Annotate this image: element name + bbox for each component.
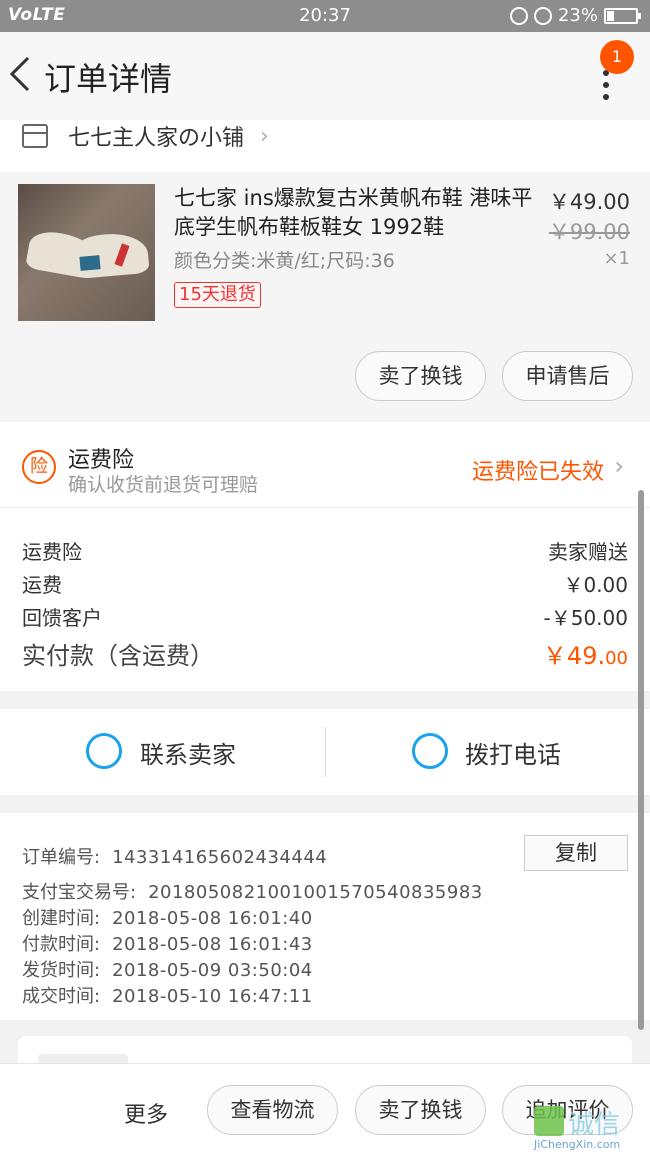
notification-badge: 1 <box>600 40 634 74</box>
fee-value: ￥0.00 <box>563 573 628 597</box>
insurance-status: 运费险已失效 <box>471 460 604 485</box>
fee-row: 回馈客户 -￥50.00 <box>22 602 628 631</box>
total-row: 实付款（含运费） ￥49.00 <box>22 636 628 671</box>
shipping-insurance-row[interactable]: 险 运费险 确认收货前退货可理赔 运费险已失效 › <box>0 422 650 508</box>
fee-value: -￥50.00 <box>543 606 628 630</box>
nav-bar: 订单详情 <box>0 32 650 120</box>
lock-rotation-icon <box>509 6 528 25</box>
phone-icon <box>412 733 448 769</box>
order-info-row: 创建时间: 2018-05-08 16:01:40 <box>22 908 313 929</box>
sell-button[interactable]: 卖了换钱 <box>355 351 486 401</box>
watermark-text: 诚信 <box>568 1110 621 1140</box>
product-name: 七七家 ins爆款复古米黄帆布鞋 港味平底学生帆布鞋板鞋女 1992鞋 <box>174 186 533 239</box>
product-price: ￥49.00 <box>548 190 630 214</box>
chevron-right-icon: › <box>614 452 624 480</box>
battery-icon <box>604 7 641 24</box>
order-info: 订单编号: 143314165602434444 复制 支付宝交易号: 201805… <box>0 813 650 1020</box>
alarm-icon <box>533 6 552 25</box>
battery-percent: 23% <box>557 5 598 26</box>
shop-row[interactable]: 七七主人家の小铺 › <box>0 120 650 172</box>
product-thumbnail[interactable] <box>18 184 155 321</box>
product-sku: 颜色分类:米黄/红;尺码:36 <box>174 250 395 272</box>
scrollbar[interactable] <box>638 490 644 1030</box>
contact-bar: 联系卖家 拨打电话 <box>0 709 650 795</box>
shop-icon <box>22 124 48 148</box>
insurance-icon: 险 <box>22 450 56 484</box>
page-title: 订单详情 <box>44 60 173 98</box>
call-phone-button[interactable]: 拨打电话 <box>325 709 650 795</box>
fee-row: 运费险 卖家赠送 <box>22 536 628 565</box>
watermark-url: JiChengXin.com <box>534 1138 621 1151</box>
more-button[interactable]: 更多 <box>124 1097 168 1129</box>
total-value: ￥49.00 <box>542 642 628 670</box>
copy-button[interactable]: 复制 <box>524 835 628 871</box>
fee-label: 回馈客户 <box>22 606 102 630</box>
order-info-row: 订单编号: 143314165602434444 <box>22 847 328 868</box>
fee-summary: 运费险 卖家赠送 运费 ￥0.00 回馈客户 -￥50.00 实付款（含运费） … <box>0 508 650 691</box>
watermark-logo-icon <box>534 1106 564 1136</box>
shop-name: 七七主人家の小铺 <box>68 126 245 151</box>
sell-button-bottom[interactable]: 卖了换钱 <box>355 1085 486 1135</box>
call-phone-label: 拨打电话 <box>465 741 561 769</box>
order-info-row: 付款时间: 2018-05-08 16:01:43 <box>22 934 313 955</box>
status-bar: VoLTE 20:37 23% <box>0 0 650 32</box>
total-label: 实付款（含运费） <box>22 642 214 670</box>
fee-row: 运费 ￥0.00 <box>22 569 628 598</box>
fee-value: 卖家赠送 <box>548 540 628 564</box>
chevron-right-icon: › <box>260 124 269 149</box>
order-info-row: 支付宝交易号: 2018050821001001570540835983 <box>22 882 483 903</box>
order-info-row: 发货时间: 2018-05-09 03:50:04 <box>22 960 313 981</box>
order-item[interactable]: 七七家 ins爆款复古米黄帆布鞋 港味平底学生帆布鞋板鞋女 1992鞋 颜色分类… <box>0 172 650 422</box>
more-menu-icon[interactable] <box>598 70 614 110</box>
return-policy-tag: 15天退货 <box>174 282 261 308</box>
back-arrow-icon[interactable] <box>6 54 36 94</box>
product-quantity: ×1 <box>603 248 630 269</box>
original-price: ￥99.00 <box>548 220 630 244</box>
fee-label: 运费险 <box>22 540 82 564</box>
chat-face-icon <box>86 733 122 769</box>
view-logistics-button[interactable]: 查看物流 <box>207 1085 338 1135</box>
contact-seller-button[interactable]: 联系卖家 <box>0 709 325 795</box>
order-info-row: 成交时间: 2018-05-10 16:47:11 <box>22 986 313 1007</box>
insurance-subtitle: 确认收货前退货可理赔 <box>68 474 259 496</box>
fee-label: 运费 <box>22 573 62 597</box>
contact-seller-label: 联系卖家 <box>140 741 236 769</box>
status-right: 23% <box>509 5 641 26</box>
watermark: 诚信 JiChengXin.com <box>534 1104 644 1152</box>
after-sale-button[interactable]: 申请售后 <box>502 351 633 401</box>
